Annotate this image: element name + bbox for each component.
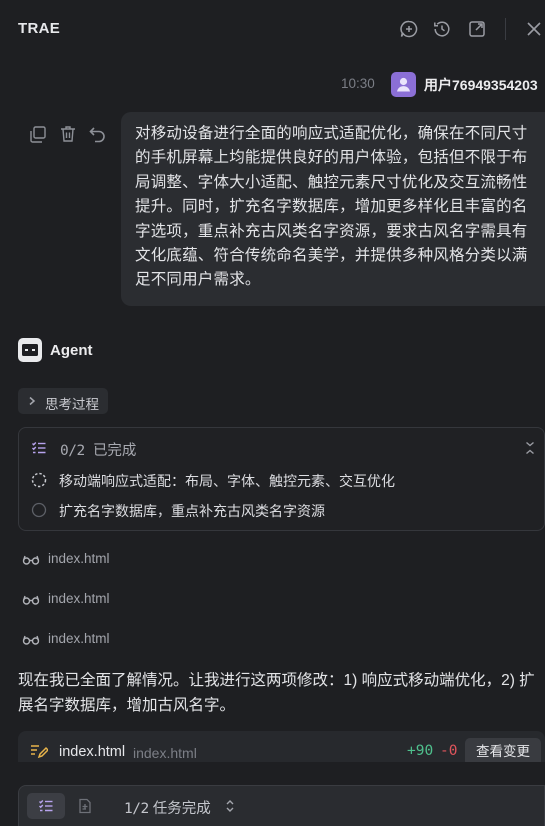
diff-file-path: index.html — [133, 745, 197, 761]
thinking-process-toggle[interactable]: 思考过程 — [18, 388, 108, 414]
file-read-name: index.html — [48, 631, 110, 646]
thinking-process-label: 思考过程 — [45, 397, 99, 412]
task-list-toggle[interactable] — [27, 793, 65, 819]
copy-icon[interactable] — [28, 124, 48, 144]
user-message-text: 对移动设备进行全面的响应式适配优化，确保在不同尺寸的手机屏幕上均能提供良好的用户… — [135, 125, 528, 289]
up-down-chevron-icon[interactable] — [224, 798, 236, 814]
task-item-label: 扩充名字数据库，重点补充古风类名字资源 — [59, 503, 325, 519]
document-icon[interactable] — [77, 798, 93, 814]
agent-name: Agent — [50, 342, 93, 359]
message-timestamp: 10:30 — [341, 76, 375, 91]
task-progress-label: 任务完成 — [152, 801, 211, 817]
open-external-icon[interactable] — [467, 19, 487, 39]
file-read-name: index.html — [48, 591, 110, 606]
user-message-bubble: 对移动设备进行全面的响应式适配优化，确保在不同尺寸的手机屏幕上均能提供良好的用户… — [121, 112, 545, 306]
undo-icon[interactable] — [88, 124, 108, 144]
task-progress-count: 1/2 — [124, 801, 149, 817]
toolbar-divider — [505, 18, 506, 40]
task-list-icon — [39, 800, 53, 812]
agent-logo-icon — [18, 338, 42, 362]
edit-lines-icon — [31, 745, 48, 759]
user-avatar — [391, 72, 416, 97]
file-read-name: index.html — [48, 551, 110, 566]
diff-file-name: index.html — [59, 744, 126, 760]
user-icon — [397, 77, 410, 92]
collapse-icon[interactable] — [522, 439, 538, 457]
diff-additions: +90 — [407, 743, 434, 759]
glasses-icon — [22, 635, 40, 645]
delete-icon[interactable] — [58, 124, 78, 144]
agent-message-text: 现在我已全面了解情况。让我进行这两项修改：1) 响应式移动端优化，2) 扩展名字… — [18, 672, 535, 714]
in-progress-icon — [31, 472, 47, 488]
task-list-card: 0/2 已完成 移动端响应式适配：布局、字体、触控元素、交互优化 扩充名字数据库… — [18, 427, 545, 531]
task-item-label: 移动端响应式适配：布局、字体、触控元素、交互优化 — [59, 473, 395, 489]
chevron-right-icon — [29, 396, 36, 406]
task-progress[interactable]: 1/2 任务完成 — [124, 797, 211, 818]
close-icon[interactable] — [524, 19, 544, 39]
glasses-icon — [22, 555, 40, 565]
app-title: TRAE — [18, 20, 61, 37]
diff-deletions: -0 — [440, 743, 458, 759]
task-status-count: 0/2 — [60, 443, 85, 459]
title-bar: TRAE — [0, 0, 545, 58]
user-name: 用户76949354203 — [424, 77, 538, 93]
pending-circle-icon — [31, 502, 47, 518]
new-chat-icon[interactable] — [399, 19, 419, 39]
task-status-label: 已完成 — [92, 443, 137, 459]
composer-bar: 1/2 任务完成 — [18, 785, 545, 826]
task-list-icon — [32, 442, 46, 454]
task-status: 0/2 已完成 — [60, 439, 136, 460]
history-icon[interactable] — [432, 19, 452, 39]
glasses-icon — [22, 595, 40, 605]
